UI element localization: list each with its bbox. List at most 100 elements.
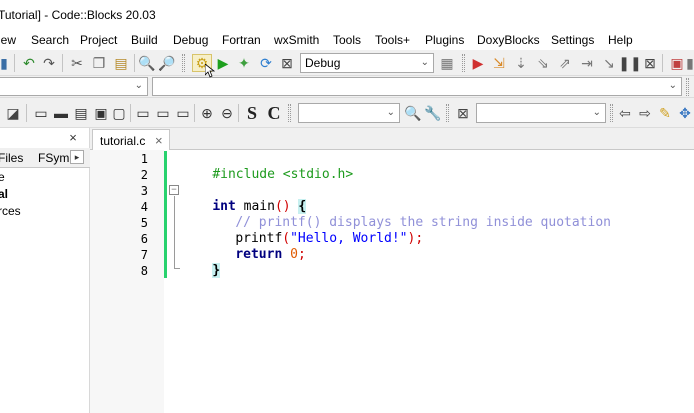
cut-icon[interactable]: ✂ bbox=[68, 54, 86, 72]
tab-files[interactable]: Files bbox=[0, 151, 23, 165]
run-icon[interactable]: ▶ bbox=[215, 54, 231, 72]
toolbar-separator bbox=[662, 54, 663, 72]
chevron-down-icon: ⌄ bbox=[134, 80, 143, 91]
clear-search-icon[interactable]: ⊠ bbox=[454, 104, 472, 122]
code-line: // printf() displays the string inside q… bbox=[204, 200, 611, 230]
menu-tools[interactable]: Tools bbox=[333, 33, 361, 47]
debug-windows-icon[interactable]: ▣ bbox=[668, 54, 686, 72]
edit-block-icon[interactable]: ◪ bbox=[4, 104, 22, 122]
toolbar-grip[interactable] bbox=[610, 104, 613, 122]
menu-view[interactable]: iew bbox=[0, 33, 16, 47]
highlight-pen-icon[interactable]: ✎ bbox=[656, 104, 674, 122]
code-completion-toolbar: ⌄ ⌄ bbox=[0, 76, 694, 98]
stop-debug-icon[interactable]: ⊠ bbox=[642, 54, 658, 72]
menu-build[interactable]: Build bbox=[131, 33, 158, 47]
tab-tutorial-c[interactable]: tutorial.c × bbox=[92, 129, 170, 150]
pause-icon[interactable]: ❚❚ bbox=[618, 54, 641, 72]
operator: ; bbox=[297, 247, 306, 262]
shape-square-icon[interactable]: ▢ bbox=[112, 104, 126, 122]
next-line-icon[interactable]: ⇣ bbox=[512, 54, 530, 72]
run-to-cursor-icon[interactable]: ⇲ bbox=[490, 54, 508, 72]
editor-tabs: tutorial.c × bbox=[90, 128, 694, 150]
close-icon[interactable]: × bbox=[155, 133, 163, 148]
title-bar: Tutorial] - Code::Blocks 20.03 bbox=[0, 0, 694, 30]
fold-toggle-icon[interactable]: − bbox=[169, 185, 179, 195]
step-out-icon[interactable]: ⇗ bbox=[556, 54, 574, 72]
arrow-left-icon[interactable]: ⇦ bbox=[616, 104, 634, 122]
step-instruction-icon[interactable]: ↘ bbox=[600, 54, 618, 72]
tree-item[interactable]: e bbox=[0, 170, 5, 184]
zoom-in-icon[interactable]: ⊕ bbox=[198, 104, 216, 122]
line-number: 6 bbox=[140, 232, 148, 246]
shape-rect-filled-icon[interactable]: ▣ bbox=[92, 104, 110, 122]
find-icon[interactable]: 🔍 bbox=[138, 54, 156, 72]
chevron-down-icon: ⌄ bbox=[386, 107, 395, 118]
shape-rect-icon[interactable]: ▭ bbox=[32, 104, 50, 122]
tree-item-sources[interactable]: rces bbox=[0, 204, 21, 218]
build-and-run-icon[interactable]: ✦ bbox=[235, 54, 253, 72]
paste-icon[interactable]: ▤ bbox=[112, 54, 130, 72]
shape-rect-bars-icon[interactable]: ▤ bbox=[72, 104, 90, 122]
zoom-out-icon[interactable]: ⊖ bbox=[218, 104, 236, 122]
regex-search-combo[interactable]: ⌄ bbox=[476, 103, 606, 123]
debug-info-icon[interactable]: ▮ bbox=[686, 54, 694, 72]
line-number: 2 bbox=[140, 168, 148, 182]
menu-debug[interactable]: Debug bbox=[173, 33, 208, 47]
settings-wrench-icon[interactable]: 🔧 bbox=[424, 104, 442, 122]
replace-icon[interactable]: 🔎 bbox=[158, 54, 176, 72]
arrow-right-icon[interactable]: ⇨ bbox=[636, 104, 654, 122]
tab-fsymbols[interactable]: FSym bbox=[38, 151, 69, 165]
menu-tools-plus[interactable]: Tools+ bbox=[375, 33, 410, 47]
rebuild-icon[interactable]: ⟳ bbox=[257, 54, 275, 72]
menu-help[interactable]: Help bbox=[608, 33, 633, 47]
menu-project[interactable]: Project bbox=[80, 33, 117, 47]
step-into-icon[interactable]: ⇘ bbox=[534, 54, 552, 72]
code-line: int main() { bbox=[181, 184, 307, 214]
tree-item-project[interactable]: al bbox=[0, 187, 8, 201]
line-number-gutter: 1 2 3 4 5 6 7 8 bbox=[90, 150, 164, 413]
toolbar-grip[interactable] bbox=[686, 78, 689, 96]
chevron-down-icon: ⌄ bbox=[592, 107, 601, 118]
line-number: 8 bbox=[140, 264, 148, 278]
menu-settings[interactable]: Settings bbox=[551, 33, 594, 47]
code-line: } bbox=[181, 248, 221, 278]
s-letter-icon[interactable]: S bbox=[242, 102, 262, 124]
redo-icon[interactable]: ↷ bbox=[40, 54, 58, 72]
line-number: 3 bbox=[140, 184, 148, 198]
build-target-select[interactable]: Debug ⌄ bbox=[300, 53, 434, 73]
function-select[interactable]: ⌄ bbox=[152, 77, 682, 96]
scope-select[interactable]: ⌄ bbox=[0, 77, 148, 96]
build-options-icon[interactable]: ▦ bbox=[438, 54, 456, 72]
management-tabs: Files FSym ▸ bbox=[0, 148, 90, 168]
menu-search[interactable]: Search bbox=[31, 33, 69, 47]
copy-icon[interactable]: ❐ bbox=[90, 54, 108, 72]
toolbar-grip[interactable] bbox=[182, 54, 185, 72]
c-letter-icon[interactable]: C bbox=[264, 102, 284, 124]
line-number: 4 bbox=[140, 200, 148, 214]
menu-plugins[interactable]: Plugins bbox=[425, 33, 464, 47]
menu-fortran[interactable]: Fortran bbox=[222, 33, 261, 47]
menu-wxsmith[interactable]: wxSmith bbox=[274, 33, 319, 47]
undo-icon[interactable]: ↶ bbox=[20, 54, 38, 72]
toolbar-grip[interactable] bbox=[462, 54, 465, 72]
find-next-icon[interactable]: 🔍 bbox=[404, 104, 422, 122]
plugin-icon[interactable]: ✥ bbox=[676, 104, 694, 122]
code-editor[interactable]: #include <stdio.h> int main() { // print… bbox=[167, 150, 694, 413]
line-number: 1 bbox=[140, 152, 148, 166]
menu-doxyblocks[interactable]: DoxyBlocks bbox=[477, 33, 540, 47]
toolbar-grip[interactable] bbox=[446, 104, 449, 122]
save-all-icon[interactable]: ▮ bbox=[0, 54, 12, 72]
toolbar-grip[interactable] bbox=[288, 104, 291, 122]
find-text-combo[interactable]: ⌄ bbox=[298, 103, 400, 123]
shape-outline3-icon[interactable]: ▭ bbox=[174, 104, 192, 122]
shape-outline-icon[interactable]: ▭ bbox=[134, 104, 152, 122]
tab-scroll-right-icon[interactable]: ▸ bbox=[70, 150, 84, 164]
brace-highlight: } bbox=[212, 263, 221, 278]
chevron-down-icon: ⌄ bbox=[668, 80, 677, 91]
next-instruction-icon[interactable]: ⇥ bbox=[578, 54, 596, 72]
debug-start-icon[interactable]: ▶ bbox=[470, 54, 486, 72]
abort-icon[interactable]: ⊠ bbox=[279, 54, 295, 72]
close-icon[interactable]: × bbox=[66, 130, 80, 144]
shape-rect-split-icon[interactable]: ▬ bbox=[52, 104, 70, 122]
shape-outline2-icon[interactable]: ▭ bbox=[154, 104, 172, 122]
